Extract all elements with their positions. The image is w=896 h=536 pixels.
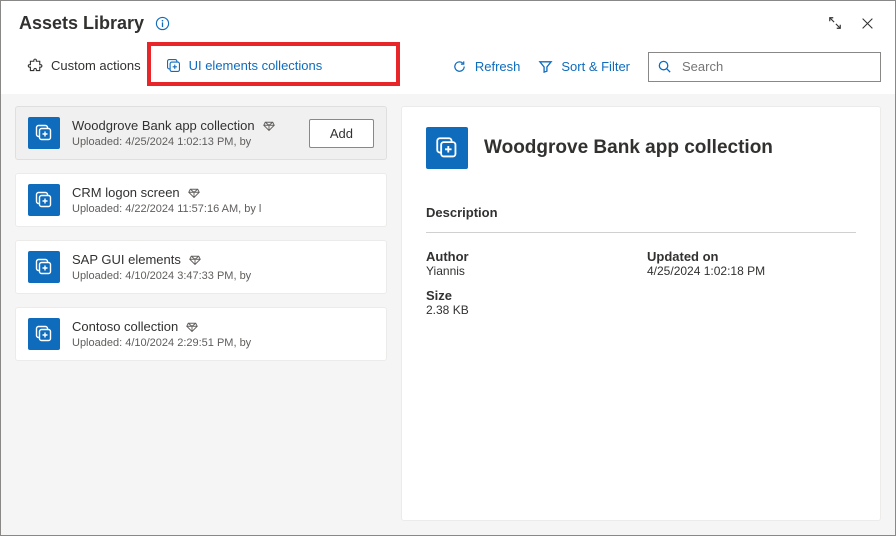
content-area: Woodgrove Bank app collection Uploaded: … xyxy=(1,94,895,535)
puzzle-icon xyxy=(27,57,44,74)
collection-item-icon xyxy=(28,318,60,350)
filter-icon xyxy=(538,59,553,74)
window-title: Assets Library xyxy=(19,13,144,34)
description-label: Description xyxy=(426,205,856,220)
toolbar: Custom actions UI elements collections xyxy=(1,43,895,94)
collections-list: Woodgrove Bank app collection Uploaded: … xyxy=(15,106,387,521)
updated-value: 4/25/2024 1:02:18 PM xyxy=(647,264,856,278)
divider xyxy=(426,232,856,233)
add-button[interactable]: Add xyxy=(309,119,374,148)
collection-item-icon xyxy=(28,184,60,216)
item-subtitle: Uploaded: 4/10/2024 3:47:33 PM, by xyxy=(72,270,374,282)
tab-label: UI elements collections xyxy=(189,58,323,73)
item-title: Woodgrove Bank app collection xyxy=(72,118,255,133)
list-item[interactable]: Contoso collection Uploaded: 4/10/2024 2… xyxy=(15,307,387,361)
refresh-label: Refresh xyxy=(475,59,521,74)
author-value: Yiannis xyxy=(426,264,635,278)
item-subtitle: Uploaded: 4/25/2024 1:02:13 PM, by xyxy=(72,136,297,148)
search-box[interactable] xyxy=(648,52,881,82)
collection-item-icon xyxy=(28,251,60,283)
refresh-icon xyxy=(452,59,467,74)
refresh-button[interactable]: Refresh xyxy=(452,59,521,74)
search-icon xyxy=(657,59,672,74)
list-item[interactable]: CRM logon screen Uploaded: 4/22/2024 11:… xyxy=(15,173,387,227)
search-input[interactable] xyxy=(680,58,872,75)
size-value: 2.38 KB xyxy=(426,303,635,317)
author-label: Author xyxy=(426,249,635,264)
title-bar: Assets Library xyxy=(1,1,895,43)
expand-icon[interactable] xyxy=(821,9,849,37)
item-subtitle: Uploaded: 4/22/2024 11:57:16 AM, by l xyxy=(72,203,374,215)
item-title: CRM logon screen xyxy=(72,185,180,200)
list-item[interactable]: SAP GUI elements Uploaded: 4/10/2024 3:4… xyxy=(15,240,387,294)
collection-icon xyxy=(165,57,182,74)
item-title: Contoso collection xyxy=(72,319,178,334)
detail-panel: Woodgrove Bank app collection Descriptio… xyxy=(401,106,881,521)
collection-item-icon xyxy=(28,117,60,149)
list-item[interactable]: Woodgrove Bank app collection Uploaded: … xyxy=(15,106,387,160)
premium-icon xyxy=(189,254,201,266)
sort-filter-label: Sort & Filter xyxy=(561,59,630,74)
premium-icon xyxy=(186,321,198,333)
updated-label: Updated on xyxy=(647,249,856,264)
size-label: Size xyxy=(426,288,635,303)
tab-custom-actions[interactable]: Custom actions xyxy=(15,49,153,84)
tab-ui-elements-collections[interactable]: UI elements collections xyxy=(153,49,335,84)
sort-filter-button[interactable]: Sort & Filter xyxy=(538,59,630,74)
detail-title: Woodgrove Bank app collection xyxy=(484,137,773,159)
premium-icon xyxy=(263,120,275,132)
detail-collection-icon xyxy=(426,127,468,169)
close-icon[interactable] xyxy=(853,9,881,37)
premium-icon xyxy=(188,187,200,199)
info-icon[interactable] xyxy=(154,15,170,31)
tab-label: Custom actions xyxy=(51,58,141,73)
item-subtitle: Uploaded: 4/10/2024 2:29:51 PM, by xyxy=(72,337,374,349)
item-title: SAP GUI elements xyxy=(72,252,181,267)
